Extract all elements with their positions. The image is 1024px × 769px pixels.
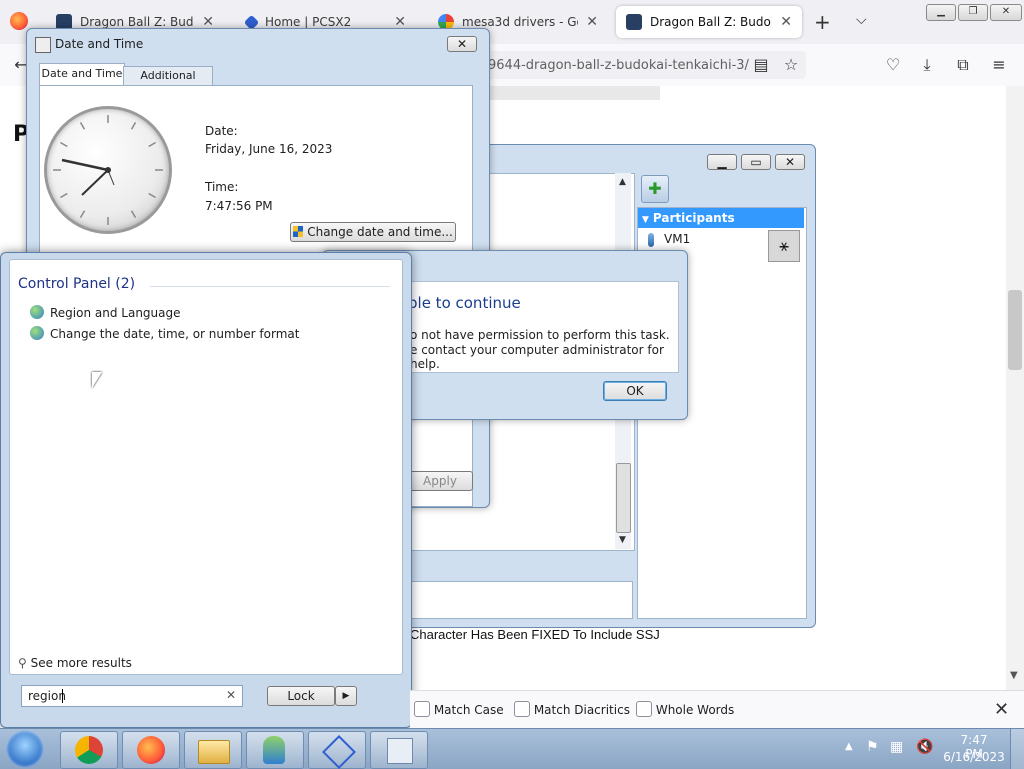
user-icon [648, 233, 654, 247]
globe-icon [30, 326, 44, 340]
shutdown-options-arrow-icon[interactable]: ▶ [335, 686, 357, 706]
date-label: Date: [205, 124, 238, 138]
uac-shield-icon [293, 226, 304, 237]
network-icon: ⚹ [768, 230, 800, 262]
taskbar-messenger-button[interactable] [246, 731, 304, 769]
participants-header[interactable]: ▼ Participants [638, 208, 804, 228]
calendar-clock-icon [387, 738, 413, 764]
volume-muted-icon[interactable]: 🔇 [916, 739, 933, 755]
clock-date[interactable]: 6/16/2023 [942, 750, 1006, 764]
result-region-language[interactable]: Region and Language [30, 304, 390, 322]
section-divider [150, 286, 390, 287]
participants-header-label: Participants [652, 211, 735, 225]
close-icon[interactable]: ✕ [990, 4, 1022, 21]
search-input[interactable]: region ✕ [21, 685, 243, 707]
match-case-checkbox[interactable]: Match Case [414, 701, 504, 720]
error-title: ble to continue [408, 294, 521, 312]
page-gray-bar [480, 86, 660, 100]
close-tab-icon[interactable]: ✕ [586, 14, 598, 30]
close-find-bar-icon[interactable]: ✕ [994, 699, 1009, 720]
collapse-arrow-icon: ▼ [642, 215, 649, 225]
result-label: Change the date, time, or number format [50, 327, 300, 341]
see-more-results-link[interactable]: ⚲ See more results [18, 656, 132, 670]
taskbar-datetime-button[interactable] [370, 731, 428, 769]
close-icon[interactable]: ✕ [775, 154, 805, 170]
search-input-text: region [28, 689, 66, 703]
firefox-icon [137, 736, 165, 764]
maximize-icon[interactable]: ▭ [741, 154, 771, 170]
minimize-icon[interactable]: ▁ [707, 154, 737, 170]
scrollbar-thumb[interactable] [1008, 290, 1022, 370]
time-label: Time: [205, 180, 239, 194]
extensions-icon[interactable]: ⧉ [952, 54, 974, 76]
scroll-up-icon[interactable]: ▲ [619, 177, 626, 187]
magnifier-icon: ⚲ [18, 656, 27, 670]
close-icon[interactable]: ✕ [447, 36, 477, 52]
date-value: Friday, June 16, 2023 [205, 142, 333, 156]
hamburger-menu-icon[interactable]: ≡ [988, 54, 1010, 76]
message-input[interactable] [411, 581, 633, 619]
lock-button[interactable]: Lock [267, 686, 335, 706]
folder-icon [198, 740, 230, 764]
match-diacritics-checkbox[interactable]: Match Diacritics [514, 701, 630, 720]
search-results-panel: Control Panel (2) Region and Language Ch… [9, 259, 403, 675]
chrome-icon [75, 736, 103, 764]
error-message-line1: o not have permission to perform this ta… [410, 328, 670, 342]
close-tab-icon[interactable]: ✕ [780, 14, 792, 30]
whole-words-checkbox[interactable]: Whole Words [636, 701, 734, 720]
list-tabs-icon[interactable]: ⌵ [856, 12, 867, 28]
participant-name: VM1 [664, 232, 691, 246]
tab-additional-clocks[interactable]: Additional Clocks [123, 66, 213, 99]
add-participant-icon[interactable]: ✚ [641, 175, 669, 203]
scroll-down-icon[interactable]: ▼ [1010, 670, 1018, 681]
people-icon [263, 736, 285, 764]
minimize-icon[interactable]: ▁ [926, 4, 956, 21]
result-label: Region and Language [50, 306, 181, 320]
results-section-title[interactable]: Control Panel (2) [18, 276, 135, 292]
firefox-menu-icon[interactable] [10, 12, 28, 30]
error-message-line2: e contact your computer administrator fo… [410, 343, 664, 371]
show-hidden-icons-icon[interactable]: ▲ [845, 741, 853, 752]
mouse-cursor-icon [92, 372, 102, 388]
show-desktop-button[interactable] [1010, 729, 1024, 769]
find-bar: Match Case Match Diacritics Whole Words … [410, 690, 1024, 729]
clear-search-icon[interactable]: ✕ [226, 688, 236, 702]
globe-icon [30, 305, 44, 319]
restore-icon[interactable]: ❐ [958, 4, 988, 21]
scrollbar-thumb[interactable] [616, 463, 631, 533]
time-value: 7:47:56 PM [205, 199, 273, 213]
network-status-icon[interactable]: ▦ [890, 739, 903, 755]
dialog-title: Date and Time [55, 37, 144, 51]
downloads-icon[interactable]: ⤓ [916, 54, 938, 76]
apply-button[interactable]: Apply [407, 471, 473, 491]
taskbar-chrome-button[interactable] [60, 731, 118, 769]
browser-tab-active[interactable]: Dragon Ball Z: Budokai Te ✕ [616, 6, 802, 38]
result-change-format[interactable]: Change the date, time, or number format [30, 325, 390, 343]
pocket-icon[interactable]: ♡ [882, 54, 904, 76]
page-scrollbar[interactable]: ▼ [1006, 86, 1024, 690]
taskbar: ▲ ⚑ ▦ 🔇 7:47 PM 6/16/2023 [0, 728, 1024, 769]
action-center-icon[interactable]: ⚑ [866, 739, 879, 755]
character-note: Character Has Been FIXED To Include SSJ [410, 627, 660, 642]
reader-view-icon[interactable]: ▤ [750, 54, 772, 76]
tab-date-and-time[interactable]: Date and Time [39, 63, 125, 86]
start-menu: Control Panel (2) Region and Language Ch… [0, 252, 412, 728]
pcsx2-icon [322, 735, 356, 769]
search-caret [62, 689, 63, 703]
ok-button[interactable]: OK [603, 381, 667, 401]
scroll-down-icon[interactable]: ▼ [619, 535, 626, 545]
clock-icon [35, 37, 51, 53]
taskbar-firefox-button[interactable] [122, 731, 180, 769]
change-date-time-button[interactable]: Change date and time... [290, 222, 456, 242]
taskbar-pcsx2-button[interactable] [308, 731, 366, 769]
taskbar-explorer-button[interactable] [184, 731, 242, 769]
url-text: 9644-dragon-ball-z-budokai-tenkaichi-3/ [488, 57, 749, 73]
start-button-icon[interactable] [6, 730, 44, 768]
bookmark-star-icon[interactable]: ☆ [780, 54, 802, 76]
analog-clock [44, 106, 172, 234]
gamefaqs-icon [626, 14, 642, 30]
new-tab-icon[interactable]: + [814, 10, 831, 34]
